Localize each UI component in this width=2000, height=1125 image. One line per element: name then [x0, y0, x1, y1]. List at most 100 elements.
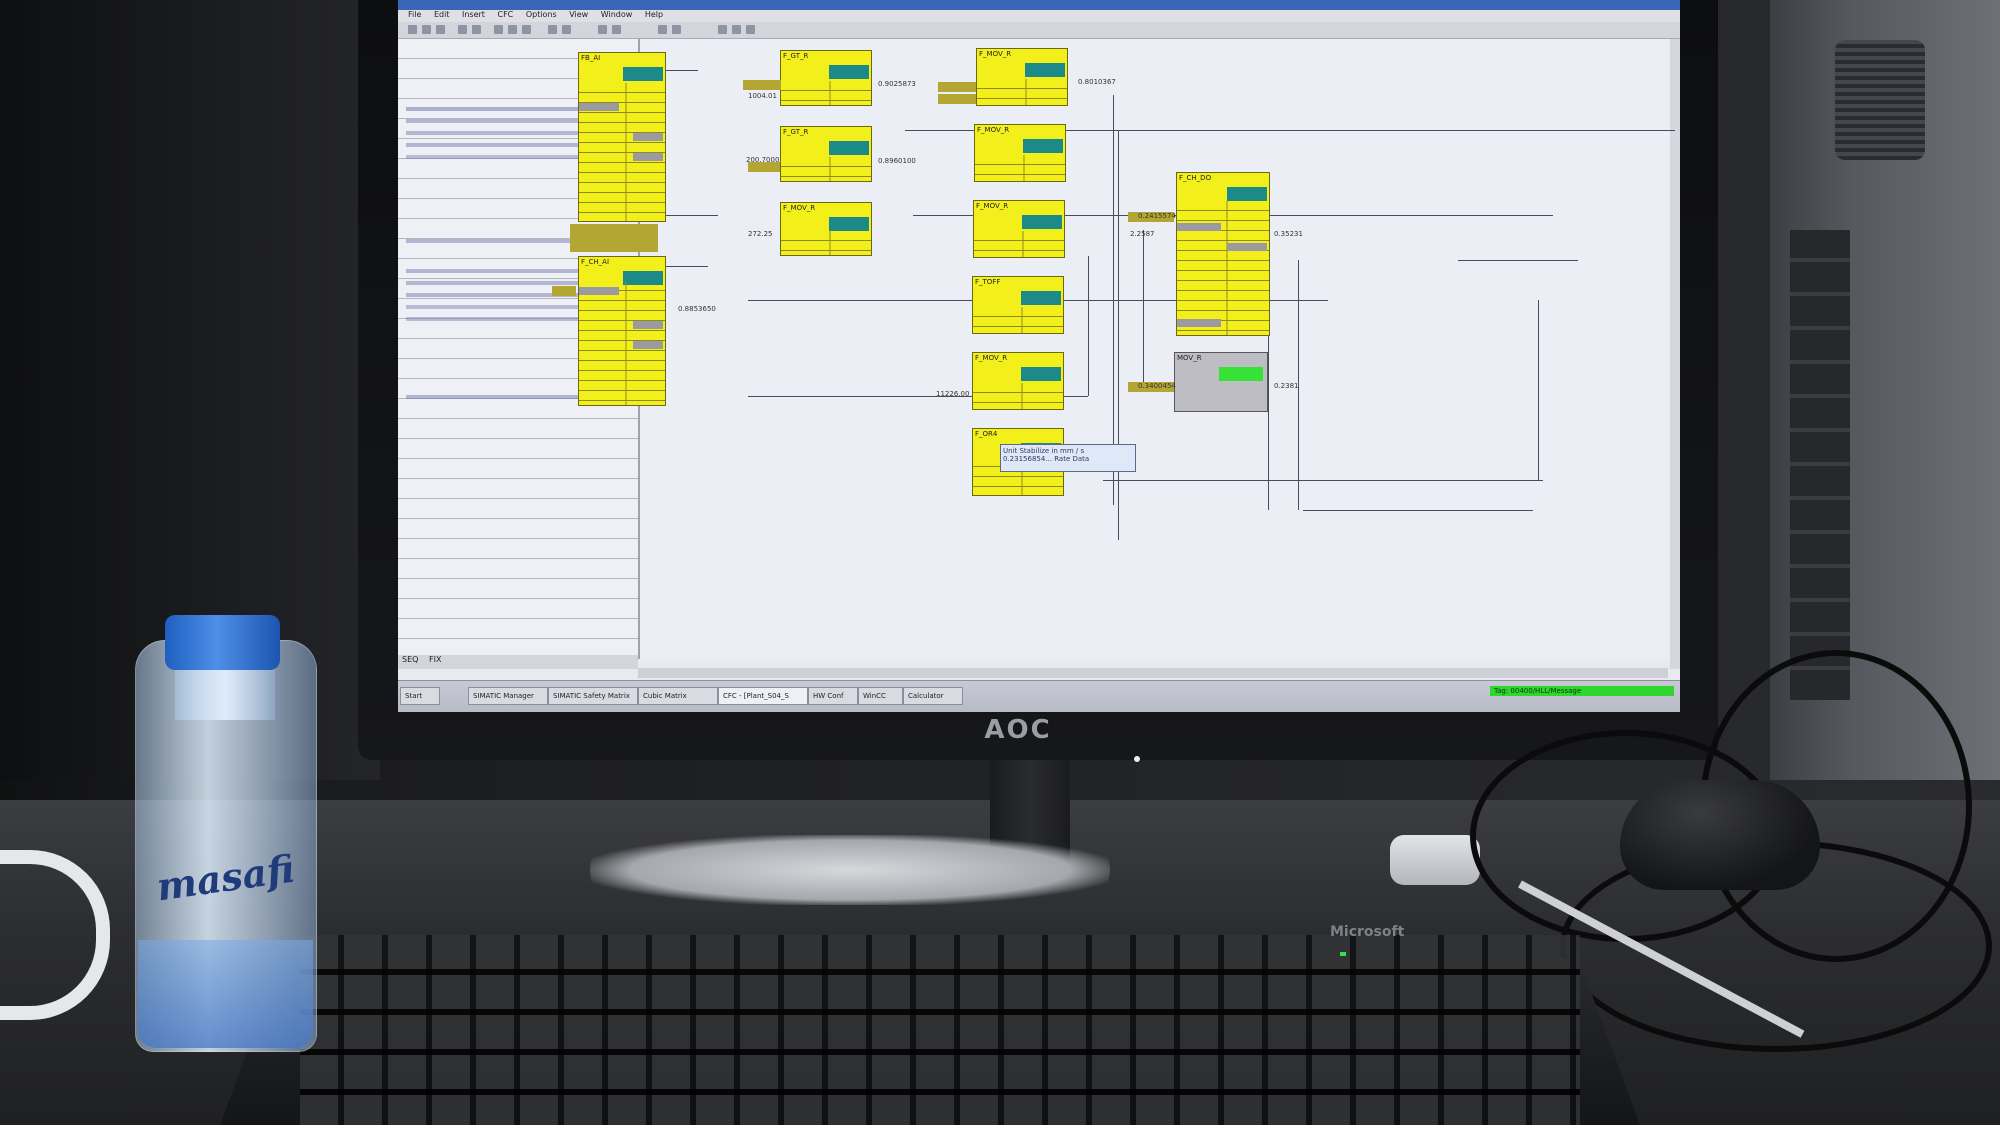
- toolbar-button[interactable]: [598, 25, 607, 34]
- taskbar-item[interactable]: SIMATIC Manager: [468, 687, 548, 705]
- taskbar-item[interactable]: HW Conf: [808, 687, 858, 705]
- block-pin-grid: [1177, 201, 1269, 335]
- block-pin-grid: [973, 307, 1063, 333]
- toolbar-button[interactable]: [458, 25, 467, 34]
- start-button[interactable]: Start: [400, 687, 440, 705]
- taskbar-item[interactable]: Cubic Matrix: [638, 687, 718, 705]
- block-run-tag: [829, 141, 869, 155]
- connection-wire: [1103, 480, 1543, 481]
- toolbar-button[interactable]: [422, 25, 431, 34]
- power-led-icon: [1134, 756, 1140, 762]
- block-pin-grid: [977, 79, 1067, 105]
- block-pin-grid: [975, 155, 1065, 181]
- function-block[interactable]: F_TOFF: [972, 276, 1064, 334]
- menu-item[interactable]: Edit: [434, 10, 450, 19]
- function-block[interactable]: F_MOV_R: [976, 48, 1068, 106]
- function-block[interactable]: F_CH_DO: [1176, 172, 1270, 336]
- block-name: F_MOV_R: [783, 204, 816, 212]
- connection-wire: [1538, 300, 1539, 480]
- toolbar-button[interactable]: [732, 25, 741, 34]
- function-block[interactable]: F_MOV_R: [780, 202, 872, 256]
- keyboard-logo: Microsoft: [1330, 924, 1405, 940]
- comment-highlight: [570, 224, 658, 252]
- menu-item[interactable]: CFC: [497, 10, 513, 19]
- taskbar-item[interactable]: Calculator: [903, 687, 963, 705]
- toolbar-button[interactable]: [718, 25, 727, 34]
- signal-value: 2.2587: [1130, 230, 1155, 238]
- menu-item[interactable]: Insert: [462, 10, 485, 19]
- tab-fix[interactable]: FIX: [429, 655, 441, 664]
- pin-highlight: [633, 153, 663, 161]
- toolbar-button[interactable]: [522, 25, 531, 34]
- taskbar-item-active[interactable]: CFC - [Plant_S04_S: [718, 687, 808, 705]
- taskbar-item[interactable]: SIMATIC Safety Matrix: [548, 687, 638, 705]
- toolbar-button[interactable]: [472, 25, 481, 34]
- toolbar-button[interactable]: [562, 25, 571, 34]
- menu-item[interactable]: Options: [526, 10, 557, 19]
- block-name: F_GT_R: [783, 128, 809, 136]
- block-pin-grid: [973, 383, 1063, 409]
- input-connector: [938, 94, 976, 104]
- function-block[interactable]: F_GT_R: [780, 126, 872, 182]
- input-connector: [743, 80, 781, 90]
- menu-item[interactable]: Window: [601, 10, 633, 19]
- vertical-scrollbar[interactable]: [1670, 39, 1680, 669]
- horizontal-scrollbar[interactable]: [638, 668, 1668, 678]
- toolbar-button[interactable]: [548, 25, 557, 34]
- menu-bar: File Edit Insert CFC Options View Window…: [398, 10, 1680, 22]
- menu-item[interactable]: File: [408, 10, 421, 19]
- menu-item[interactable]: Help: [645, 10, 663, 19]
- toolbar-button[interactable]: [408, 25, 417, 34]
- status-indicator: Tag: 00400/HLL/Message: [1490, 686, 1674, 696]
- function-block[interactable]: F_MOV_R: [973, 200, 1065, 258]
- toolbar-button[interactable]: [746, 25, 755, 34]
- tab-seq[interactable]: SEQ: [402, 655, 418, 664]
- pin-highlight: [633, 133, 663, 141]
- comment-line: Unit Stabilize in mm / s: [1003, 447, 1085, 455]
- toolbar-button[interactable]: [494, 25, 503, 34]
- block-run-tag: [1021, 367, 1061, 381]
- tissue: [590, 835, 1110, 905]
- keyboard-led-icon: [1340, 952, 1346, 956]
- block-name: F_TOFF: [975, 278, 1001, 286]
- window-titlebar: [398, 0, 1680, 10]
- signal-value: 200.7000: [746, 156, 780, 164]
- toolbar-button[interactable]: [508, 25, 517, 34]
- function-block[interactable]: F_CH_AI: [578, 256, 666, 406]
- monitor-logo: AOC: [984, 715, 1052, 745]
- taskbar-item[interactable]: WinCC: [858, 687, 903, 705]
- pin-highlight: [1177, 223, 1221, 231]
- sidebar-line: [406, 317, 606, 321]
- function-block[interactable]: F_MOV_R: [972, 352, 1064, 410]
- pin-highlight: [579, 287, 619, 295]
- sheet-tabs: SEQ FIX: [398, 655, 638, 669]
- block-pin-grid: [781, 157, 871, 181]
- function-block[interactable]: FB_AI: [578, 52, 666, 222]
- block-name: F_CH_DO: [1179, 174, 1212, 182]
- pin-highlight: [1177, 319, 1221, 327]
- block-name: F_CH_AI: [581, 258, 610, 266]
- function-block[interactable]: F_MOV_R: [974, 124, 1066, 182]
- block-name: FB_AI: [581, 54, 601, 62]
- function-block[interactable]: F_GT_R: [780, 50, 872, 106]
- pin-highlight: [633, 321, 663, 329]
- toolbar-button[interactable]: [436, 25, 445, 34]
- connection-wire: [1088, 256, 1089, 396]
- block-run-tag: [1021, 291, 1061, 305]
- signal-value: 0.8960100: [878, 157, 916, 165]
- block-run-tag: [1025, 63, 1065, 77]
- text-comment-box[interactable]: Unit Stabilize in mm / s 0.23156854... R…: [1000, 444, 1136, 472]
- input-connector: [552, 286, 576, 296]
- block-name: F_MOV_R: [975, 354, 1008, 362]
- toolbar-button[interactable]: [672, 25, 681, 34]
- block-run-tag: [1023, 139, 1063, 153]
- block-name: MOV_R: [1177, 354, 1202, 362]
- function-block-disabled[interactable]: MOV_R: [1174, 352, 1268, 412]
- keyboard-keys: [300, 935, 1580, 1125]
- bottle-cap: [165, 615, 280, 670]
- toolbar-button[interactable]: [612, 25, 621, 34]
- signal-value: 0.9025873: [878, 80, 916, 88]
- block-name: F_OR4: [975, 430, 998, 438]
- toolbar-button[interactable]: [658, 25, 667, 34]
- menu-item[interactable]: View: [569, 10, 588, 19]
